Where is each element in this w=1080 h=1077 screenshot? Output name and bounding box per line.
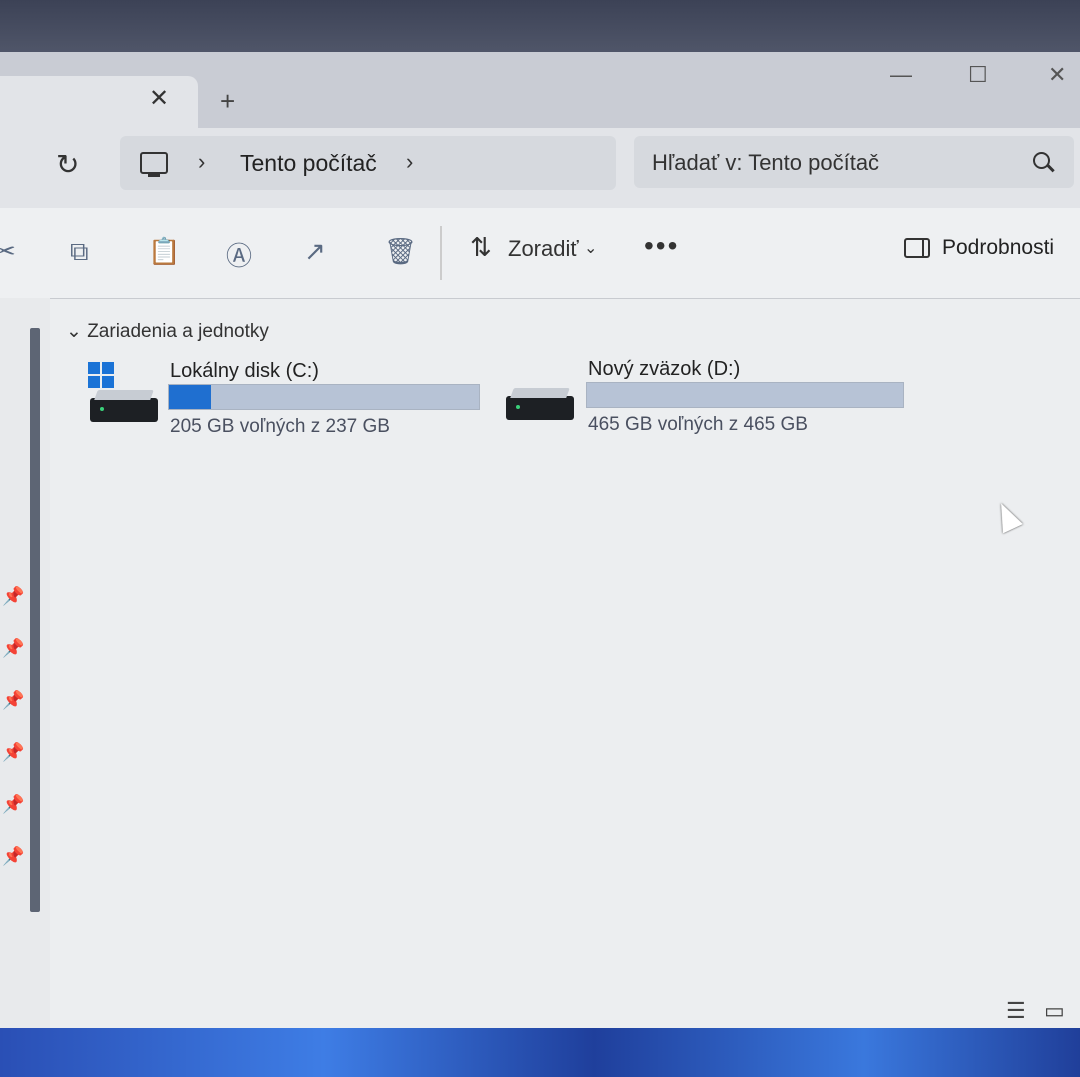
share-icon[interactable]: ↗ [304, 236, 326, 267]
close-button[interactable]: ✕ [1048, 62, 1066, 88]
windows-logo-icon [88, 362, 114, 388]
chevron-right-icon[interactable]: › [406, 149, 413, 175]
toolbar-divider [440, 226, 442, 280]
new-tab-button[interactable]: + [220, 86, 235, 117]
tab-this-pc[interactable]: ✕ [0, 76, 198, 128]
navigation-pane: 📌 📌 📌 📌 📌 📌 [0, 298, 50, 1028]
pin-icon[interactable]: 📌 [2, 794, 24, 815]
drive-free-space: 205 GB voľných z 237 GB [170, 416, 390, 437]
pin-icon[interactable]: 📌 [2, 846, 24, 867]
breadcrumb[interactable]: › Tento počítač › [120, 136, 616, 190]
minimize-button[interactable]: — [890, 62, 912, 88]
delete-icon[interactable]: 🗑 [384, 236, 417, 267]
tab-close-icon[interactable]: ✕ [146, 86, 172, 112]
mouse-cursor-icon [991, 498, 1023, 534]
rename-icon[interactable]: Ⓐ [226, 236, 252, 273]
sort-icon[interactable]: ⇅ [470, 232, 492, 263]
pin-icon[interactable]: 📌 [2, 690, 24, 711]
title-bar: ✕ + — ☐ ✕ [0, 52, 1080, 128]
search-placeholder: Hľadať v: Tento počítač [652, 150, 880, 175]
drive-usage-bar [168, 384, 480, 410]
drive-usage-fill [169, 385, 211, 409]
pin-icon[interactable]: 📌 [2, 742, 24, 763]
maximize-button[interactable]: ☐ [968, 62, 988, 88]
sort-button[interactable]: Zoradiť [508, 236, 579, 262]
drive-usage-bar [586, 382, 904, 408]
details-view-icon[interactable]: ☰ [1006, 998, 1026, 1024]
command-bar: ✂ ⧉ 📋 Ⓐ ↗ 🗑 ⇅ Zoradiť ⌄ ••• Podrobnosti [0, 208, 1080, 299]
pin-icon[interactable]: 📌 [2, 586, 24, 607]
details-pane-icon[interactable] [904, 238, 930, 258]
breadcrumb-this-pc[interactable]: Tento počítač [240, 150, 377, 177]
taskbar [0, 1028, 1080, 1077]
file-explorer-window: ✕ + — ☐ ✕ ↻ › Tento počítač › Hľadať v: … [0, 52, 1080, 1028]
pin-icon[interactable]: 📌 [2, 638, 24, 659]
details-button[interactable]: Podrobnosti [942, 236, 1054, 260]
hard-drive-icon [506, 396, 574, 420]
copy-icon[interactable]: ⧉ [70, 236, 89, 268]
group-header-label: Zariadenia a jednotky [87, 321, 269, 342]
drive-free-space: 465 GB voľných z 465 GB [588, 414, 808, 435]
drive-name: Lokálny disk (C:) [170, 360, 319, 382]
chevron-down-icon[interactable]: ⌄ [584, 238, 597, 258]
tiles-view-icon[interactable]: ▭ [1044, 998, 1065, 1024]
hard-drive-icon [90, 398, 158, 422]
address-row: ↻ › Tento počítač › Hľadať v: Tento počí… [0, 128, 1080, 208]
search-icon[interactable] [1033, 152, 1050, 169]
computer-icon [140, 152, 168, 177]
sidebar-scrollbar[interactable] [30, 328, 40, 912]
paste-icon[interactable]: 📋 [148, 236, 180, 267]
search-input[interactable]: Hľadať v: Tento počítač [634, 136, 1074, 188]
drive-name: Nový zväzok (D:) [588, 358, 741, 380]
drive-c[interactable]: Lokálny disk (C:) 205 GB voľných z 237 G… [86, 358, 486, 448]
refresh-button[interactable]: ↻ [56, 148, 79, 181]
chevron-down-icon[interactable]: ⌄ [66, 321, 82, 342]
cut-icon[interactable]: ✂ [0, 236, 16, 267]
more-options-button[interactable]: ••• [644, 230, 679, 262]
chevron-right-icon[interactable]: › [198, 149, 205, 175]
drive-d[interactable]: Nový zväzok (D:) 465 GB voľných z 465 GB [504, 356, 914, 446]
group-header[interactable]: ⌄ Zariadenia a jednotky [66, 320, 269, 343]
